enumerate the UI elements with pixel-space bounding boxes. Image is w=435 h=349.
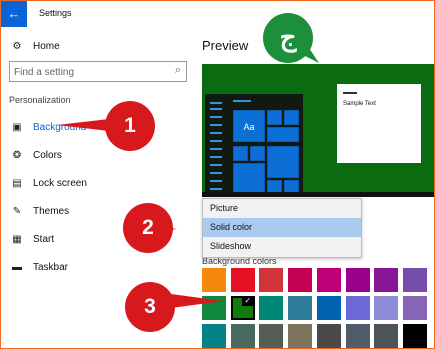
- sidebar-item-label: Start: [33, 233, 55, 245]
- dropdown-option-picture[interactable]: Picture: [203, 199, 361, 218]
- search-icon[interactable]: ⌕: [175, 64, 181, 77]
- preview-taskbar: [202, 192, 434, 197]
- dropdown-option-solid-color[interactable]: Solid color: [203, 218, 361, 237]
- color-swatch[interactable]: [316, 268, 341, 292]
- sidebar-item-lock-screen[interactable]: ▤ Lock screen: [1, 172, 191, 194]
- color-swatch[interactable]: [402, 324, 427, 348]
- color-swatch[interactable]: [230, 268, 255, 292]
- color-swatch[interactable]: [259, 268, 284, 292]
- preview-title: Preview: [202, 38, 249, 53]
- color-swatch[interactable]: [259, 296, 284, 320]
- back-arrow-icon: ←: [7, 6, 21, 21]
- background-preview: Aa Sample Text: [202, 64, 434, 197]
- sidebar-item-label: Background: [33, 121, 87, 133]
- preview-sample-window: Sample Text: [337, 84, 421, 163]
- color-swatch[interactable]: [259, 324, 284, 348]
- color-swatch[interactable]: [316, 296, 341, 320]
- color-swatch[interactable]: [288, 268, 313, 292]
- start-menu-icon: ▦: [12, 233, 22, 245]
- color-swatch[interactable]: [402, 268, 427, 292]
- lock-screen-icon: ▤: [12, 177, 22, 189]
- sidebar-item-home[interactable]: ⚙ Home: [1, 35, 191, 57]
- color-swatch[interactable]: [230, 324, 255, 348]
- annotation-callout-3: 3: [125, 282, 175, 332]
- preview-sample-text: Sample Text: [343, 101, 376, 107]
- checkmark-icon: ✓: [241, 296, 254, 306]
- picture-icon: ▣: [12, 121, 22, 133]
- gear-icon: ⚙: [12, 40, 22, 52]
- color-swatch[interactable]: [374, 324, 399, 348]
- sidebar-item-label: Themes: [33, 205, 70, 217]
- color-swatch[interactable]: [316, 324, 341, 348]
- color-swatch[interactable]: [202, 324, 226, 348]
- sidebar-item-colors[interactable]: ❂ Colors: [1, 144, 191, 166]
- search-input[interactable]: [14, 63, 164, 82]
- color-swatch[interactable]: [288, 296, 313, 320]
- logo-badge: ج: [263, 13, 313, 63]
- section-title: Personalization: [9, 95, 71, 105]
- color-swatch[interactable]: [374, 268, 399, 292]
- sidebar-item-label: Colors: [33, 149, 62, 161]
- taskbar-icon: ▬: [12, 261, 22, 273]
- color-swatch[interactable]: [345, 324, 370, 348]
- sidebar-item-label: Taskbar: [33, 261, 69, 273]
- color-swatch[interactable]: [374, 296, 399, 320]
- title-bar: ← Settings: [1, 1, 434, 27]
- sidebar-item-label: Home: [33, 40, 60, 52]
- color-swatch[interactable]: [345, 296, 370, 320]
- palette-icon: ❂: [12, 149, 22, 161]
- back-button[interactable]: ←: [1, 1, 27, 27]
- color-swatch[interactable]: [202, 296, 226, 320]
- color-swatch[interactable]: ✓: [230, 296, 255, 320]
- settings-window: ← Settings ⚙ Home ⌕ Personalization ▣ Ba…: [1, 1, 434, 348]
- sidebar-item-taskbar[interactable]: ▬ Taskbar: [1, 256, 191, 278]
- color-swatch[interactable]: [202, 268, 226, 292]
- color-swatch[interactable]: [345, 268, 370, 292]
- annotation-callout-2: 2: [123, 203, 173, 253]
- search-box[interactable]: ⌕: [9, 61, 187, 82]
- sidebar-item-label: Lock screen: [33, 177, 87, 189]
- color-swatch[interactable]: [288, 324, 313, 348]
- dropdown-option-slideshow[interactable]: Slideshow: [203, 237, 361, 256]
- brush-icon: ✎: [12, 205, 22, 217]
- color-swatch[interactable]: [402, 296, 427, 320]
- background-type-dropdown[interactable]: Picture Solid color Slideshow: [202, 198, 362, 258]
- preview-start-menu: Aa: [205, 94, 303, 197]
- annotation-callout-1: 1: [105, 101, 155, 151]
- window-title: Settings: [39, 8, 72, 18]
- preview-tile: Aa: [233, 110, 265, 142]
- sidebar-item-background[interactable]: ▣ Background: [1, 116, 191, 138]
